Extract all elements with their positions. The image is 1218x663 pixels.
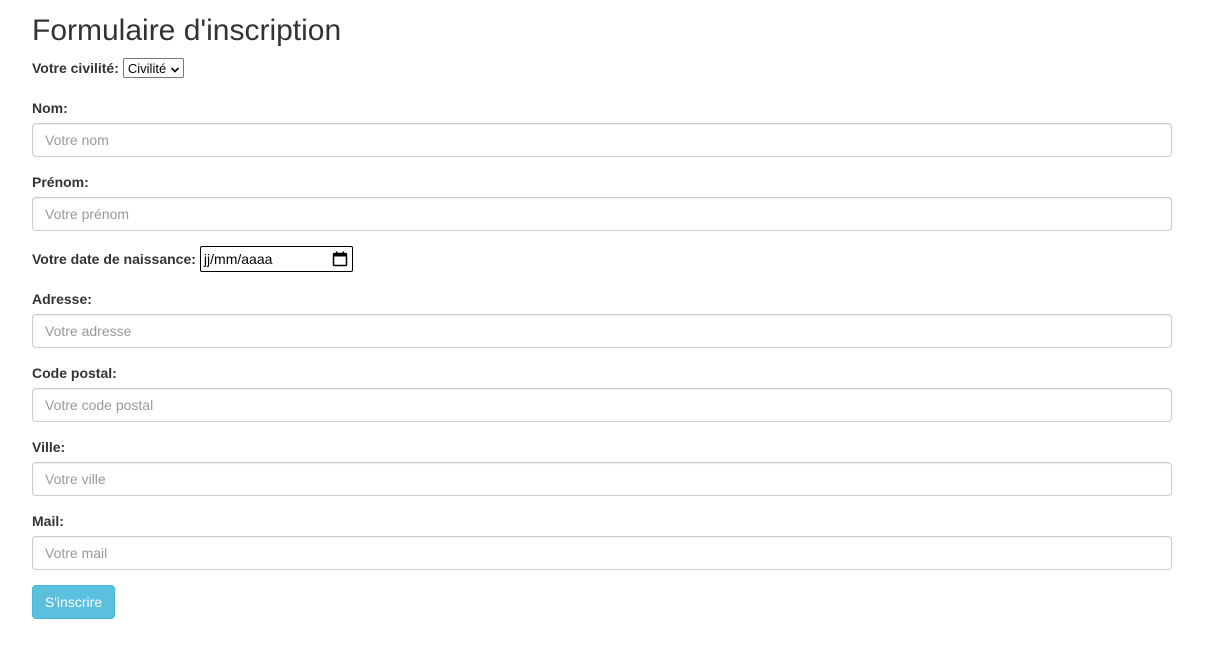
chevron-down-icon <box>170 63 180 73</box>
birthdate-placeholder: jj/mm/aaaa <box>203 251 273 267</box>
ville-input[interactable] <box>32 462 1172 496</box>
nom-input[interactable] <box>32 123 1172 157</box>
nom-label: Nom: <box>32 100 68 116</box>
code-postal-input[interactable] <box>32 388 1172 422</box>
mail-label: Mail: <box>32 513 64 529</box>
adresse-label: Adresse: <box>32 291 92 307</box>
civility-selected-value: Civilité <box>127 60 167 76</box>
prenom-label: Prénom: <box>32 174 89 190</box>
mail-input[interactable] <box>32 536 1172 570</box>
calendar-icon[interactable] <box>332 251 348 267</box>
ville-label: Ville: <box>32 439 66 455</box>
birthdate-row: Votre date de naissance: jj/mm/aaaa <box>32 246 353 272</box>
civility-select[interactable]: Civilité <box>122 58 185 78</box>
civility-label: Votre civilité: <box>32 60 119 76</box>
submit-button[interactable]: S'inscrire <box>32 585 115 619</box>
page-title: Formulaire d'inscription <box>32 14 342 47</box>
birthdate-label: Votre date de naissance: <box>32 251 196 267</box>
birthdate-input[interactable]: jj/mm/aaaa <box>199 246 353 272</box>
adresse-input[interactable] <box>32 314 1172 348</box>
civility-row: Votre civilité: Civilité <box>32 58 185 78</box>
prenom-input[interactable] <box>32 197 1172 231</box>
code-postal-label: Code postal: <box>32 365 117 381</box>
